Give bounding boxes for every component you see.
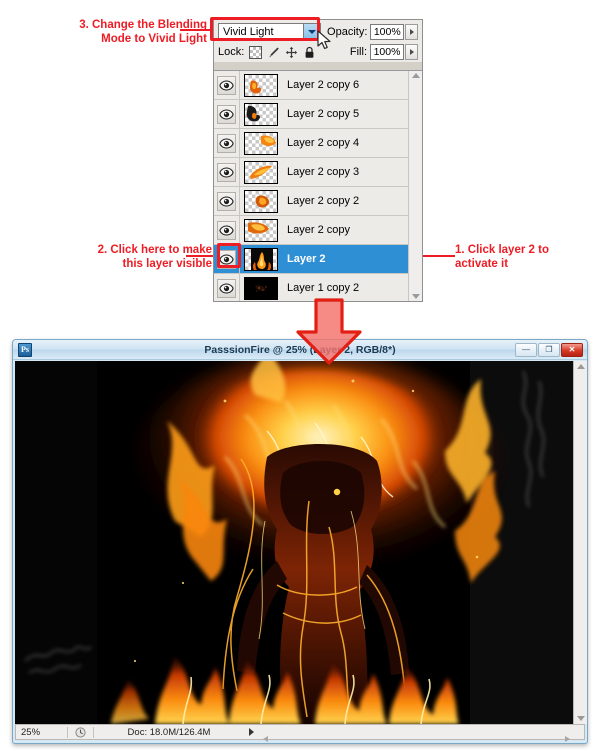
scroll-left-arrow-icon[interactable] bbox=[263, 736, 268, 742]
blending-mode-dropdown[interactable]: Vivid Light bbox=[218, 23, 322, 41]
layer-row[interactable]: Layer 2 copy 6 bbox=[214, 71, 408, 100]
eye-icon[interactable] bbox=[217, 191, 236, 211]
document-size-info: Doc: 18.0M/126.4M bbox=[127, 726, 211, 738]
layer-row[interactable]: Layer 1 copy 2 bbox=[214, 273, 408, 301]
layer-name: Layer 2 copy 6 bbox=[287, 79, 360, 91]
layer-name: Layer 2 copy 5 bbox=[287, 108, 360, 120]
layer-row[interactable]: Layer 2 copy bbox=[214, 215, 408, 245]
layer-thumbnail[interactable] bbox=[244, 218, 278, 242]
fire-artwork bbox=[15, 361, 573, 724]
layer-rows-container: Layer 2 copy 6 Layer 2 copy 5 Layer 2 copy… bbox=[214, 71, 408, 301]
layer-visibility-toggle[interactable] bbox=[214, 215, 240, 245]
screenshot-root: 3. Change the Blending Mode to Vivid Lig… bbox=[0, 0, 600, 756]
canvas-area bbox=[15, 361, 587, 724]
photoshop-document-window: Ps PasssionFire @ 25% (Layer 2, RGB/8*) … bbox=[12, 339, 588, 744]
layer-name: Layer 2 copy 3 bbox=[287, 166, 360, 178]
layers-panel: Vivid Light Opacity: 100% Lock: Fill: 10… bbox=[213, 19, 423, 302]
layer-row[interactable]: Layer 2 copy 2 bbox=[214, 186, 408, 216]
opacity-input[interactable]: 100% bbox=[370, 24, 405, 40]
layer-row[interactable]: Layer 2 copy 3 bbox=[214, 157, 408, 187]
eye-icon[interactable] bbox=[217, 278, 236, 298]
lock-all-icon[interactable] bbox=[303, 46, 316, 59]
opacity-slider-arrow-icon[interactable] bbox=[405, 24, 418, 40]
image-canvas[interactable] bbox=[15, 361, 573, 724]
layer-list: Layer 2 copy 6 Layer 2 copy 5 Layer 2 copy… bbox=[214, 70, 422, 301]
layer-thumbnail[interactable] bbox=[244, 160, 278, 184]
eye-icon[interactable] bbox=[217, 75, 236, 95]
layer-visibility-toggle[interactable] bbox=[214, 71, 240, 100]
annotation-step-3: 3. Change the Blending Mode to Vivid Lig… bbox=[79, 19, 207, 45]
fill-input[interactable]: 100% bbox=[370, 44, 404, 60]
clock-icon bbox=[68, 726, 94, 738]
canvas-scroll-up-icon[interactable] bbox=[577, 364, 585, 369]
layer-thumbnail[interactable] bbox=[244, 102, 278, 126]
eye-icon[interactable] bbox=[217, 220, 236, 240]
layer-name: Layer 2 bbox=[287, 253, 326, 265]
layer-name: Layer 2 copy 2 bbox=[287, 195, 360, 207]
transparency-lock-icon[interactable] bbox=[249, 45, 263, 59]
scroll-right-arrow-icon[interactable] bbox=[565, 736, 570, 742]
mouse-cursor-icon bbox=[317, 30, 331, 50]
scroll-up-arrow-icon[interactable] bbox=[412, 73, 420, 78]
fill-slider-arrow-icon[interactable] bbox=[405, 44, 418, 60]
layer-thumbnail[interactable] bbox=[244, 276, 278, 300]
move-lock-icon[interactable] bbox=[285, 46, 298, 59]
layers-panel-scrollbar[interactable] bbox=[408, 71, 422, 301]
leader-line-step-3 bbox=[180, 29, 210, 31]
layer-visibility-toggle[interactable] bbox=[214, 273, 240, 301]
eye-icon[interactable] bbox=[217, 104, 236, 124]
canvas-vertical-scrollbar[interactable] bbox=[573, 361, 587, 724]
layer-name: Layer 2 copy bbox=[287, 224, 350, 236]
annotation-step-2: 2. Click here to make this layer visible bbox=[97, 244, 212, 270]
eye-icon[interactable] bbox=[217, 249, 236, 269]
blending-mode-value: Vivid Light bbox=[223, 26, 274, 38]
layer-thumbnail[interactable] bbox=[244, 131, 278, 155]
lock-label: Lock: bbox=[218, 46, 245, 58]
layer-visibility-toggle[interactable] bbox=[214, 186, 240, 216]
paintbrush-lock-icon[interactable] bbox=[267, 46, 280, 59]
status-menu-arrow-icon[interactable] bbox=[244, 728, 258, 736]
layer-thumbnail[interactable] bbox=[244, 189, 278, 213]
layer-visibility-toggle[interactable] bbox=[214, 244, 240, 274]
status-bar: 25% Doc: 18.0M/126.4M bbox=[15, 724, 585, 742]
layer-row[interactable]: Layer 2 copy 4 bbox=[214, 128, 408, 158]
eye-icon[interactable] bbox=[217, 133, 236, 153]
scroll-down-arrow-icon[interactable] bbox=[412, 294, 420, 299]
down-arrow-callout-icon bbox=[296, 298, 362, 365]
canvas-scroll-down-icon[interactable] bbox=[577, 716, 585, 721]
eye-icon[interactable] bbox=[217, 162, 236, 182]
layer-row[interactable]: Layer 2 bbox=[214, 244, 408, 274]
layer-name: Layer 2 copy 4 bbox=[287, 137, 360, 149]
layer-visibility-toggle[interactable] bbox=[214, 99, 240, 129]
layer-visibility-toggle[interactable] bbox=[214, 128, 240, 158]
layer-visibility-toggle[interactable] bbox=[214, 157, 240, 187]
layer-row[interactable]: Layer 2 copy 5 bbox=[214, 99, 408, 129]
layer-name: Layer 1 copy 2 bbox=[287, 282, 360, 294]
layer-thumbnail[interactable] bbox=[244, 247, 278, 271]
fill-label: Fill: bbox=[349, 46, 367, 58]
zoom-level[interactable]: 25% bbox=[16, 726, 68, 738]
layer-thumbnail[interactable] bbox=[244, 73, 278, 97]
annotation-step-1: 1. Click layer 2 to activate it bbox=[455, 244, 549, 270]
